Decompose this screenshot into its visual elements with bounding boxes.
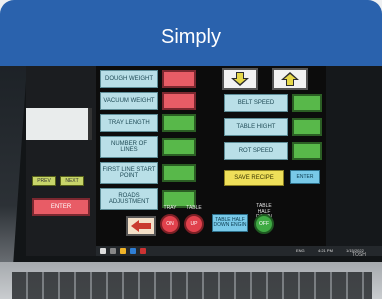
belt-speed-label: BELT SPEED — [224, 94, 288, 112]
belt-speed-indicator — [292, 94, 322, 112]
keyboard-keys — [12, 272, 372, 299]
arrow-down-icon — [231, 72, 249, 86]
table-label: TABLE — [186, 205, 202, 211]
dough-weight-indicator — [162, 70, 196, 88]
arrow-left-icon — [131, 220, 151, 232]
app-icon[interactable] — [140, 248, 146, 254]
folder-icon[interactable] — [120, 248, 126, 254]
header-bar: Simply — [0, 0, 382, 66]
save-recipe-button[interactable]: SAVE RECIPE — [224, 170, 284, 186]
number-of-lines-indicator — [162, 138, 196, 156]
roads-adjustment-label: ROADS ADJUSTMENT — [100, 188, 158, 210]
first-line-start-indicator — [162, 164, 196, 182]
laptop-photo: PREV NEXT ENTER DOUGH WEIGHT VACUUM WEIG… — [0, 66, 382, 299]
enter-button-small[interactable]: ENTER — [290, 170, 320, 184]
vacuum-weight-indicator — [162, 92, 196, 110]
hmi-panel: DOUGH WEIGHT VACUUM WEIGHT TRAY LENGTH N… — [96, 66, 326, 246]
arrow-up-icon — [281, 72, 299, 86]
table-hight-label: TABLE HIGHT — [224, 118, 288, 136]
tray-length-indicator — [162, 114, 196, 132]
vacuum-weight-label: VACUUM WEIGHT — [100, 92, 158, 110]
laptop-screen: PREV NEXT ENTER DOUGH WEIGHT VACUUM WEIG… — [26, 66, 382, 256]
enter-button-large[interactable]: ENTER — [32, 198, 90, 216]
arrow-up-button[interactable] — [272, 68, 308, 90]
start-icon[interactable] — [100, 248, 106, 254]
arrow-down-button[interactable] — [222, 68, 258, 90]
next-button[interactable]: NEXT — [60, 176, 84, 186]
rot-speed-indicator — [292, 142, 322, 160]
brand-text: TOSH — [352, 252, 366, 258]
table-half-down-engin-button[interactable]: TABLE HALF DOWN ENGIN — [212, 214, 248, 232]
language-indicator: ENG — [296, 248, 305, 253]
off-button[interactable]: OFF — [254, 214, 274, 234]
table-up-button[interactable]: UP — [184, 214, 204, 234]
taskbar: ENG 4:21 PM 1/15/2022 — [96, 246, 382, 256]
header-title: Simply — [160, 26, 221, 48]
tray-on-button[interactable]: ON — [160, 214, 180, 234]
browser-icon[interactable] — [130, 248, 136, 254]
number-of-lines-label: NUMBER OF LINES — [100, 136, 158, 158]
table-hight-indicator — [292, 118, 322, 136]
left-window-strip — [26, 108, 92, 140]
dough-weight-label: DOUGH WEIGHT — [100, 70, 158, 88]
tray-length-label: TRAY LENGTH — [100, 114, 158, 132]
promo-card: Simply PREV NEXT ENTER DOUGH WEIGHT VACU… — [0, 0, 382, 299]
clock-time: 4:21 PM — [318, 248, 333, 253]
back-arrow-button[interactable] — [126, 216, 156, 236]
tray-label: TRAY — [163, 205, 177, 211]
prev-button[interactable]: PREV — [32, 176, 56, 186]
screen-right-area — [326, 66, 382, 256]
left-window: PREV NEXT ENTER — [26, 66, 96, 256]
search-icon[interactable] — [110, 248, 116, 254]
rot-speed-label: ROT SPEED — [224, 142, 288, 160]
first-line-start-label: FIRST LINE START POINT — [100, 162, 158, 184]
